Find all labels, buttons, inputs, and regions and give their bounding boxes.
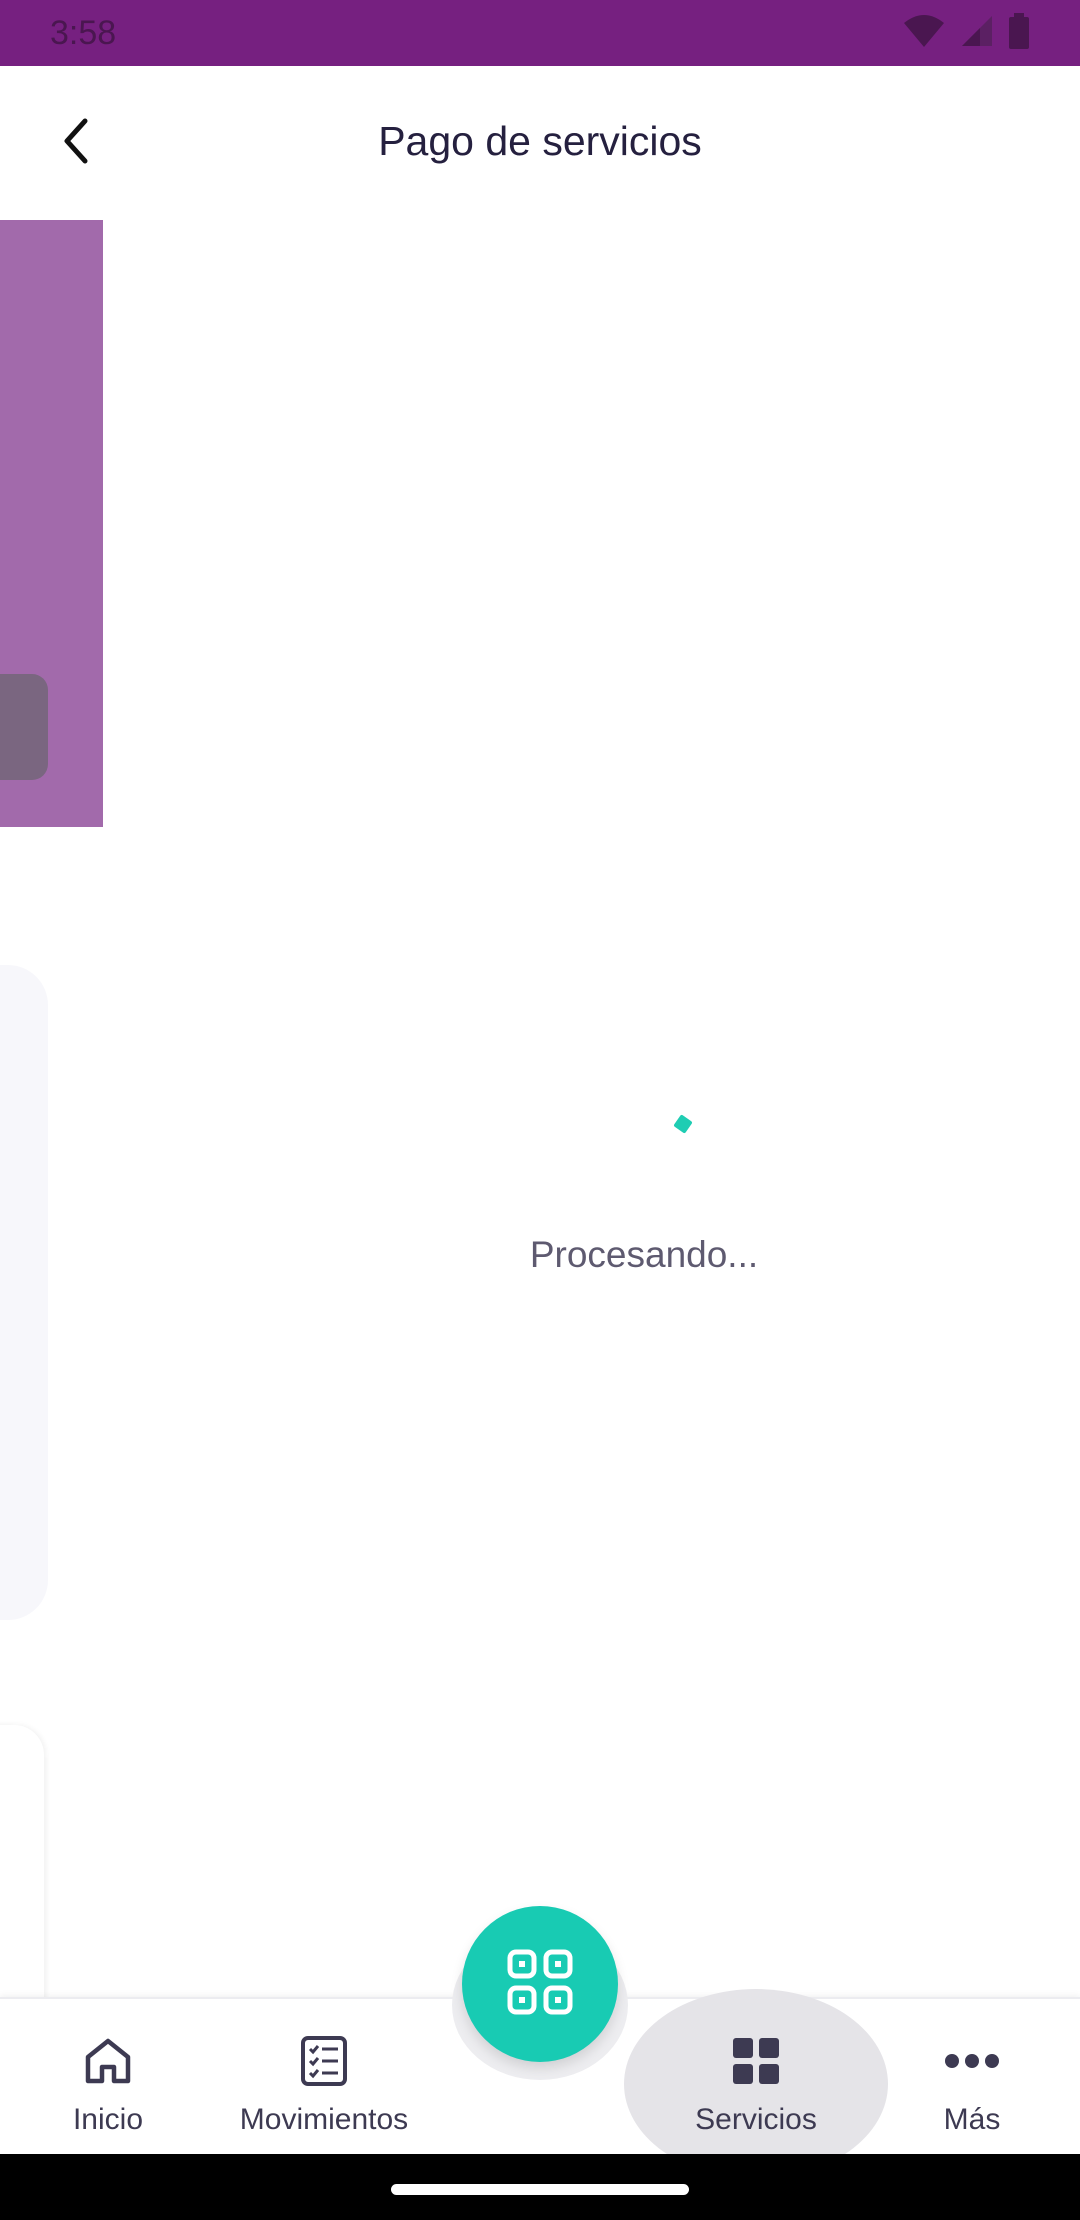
loading-spinner — [673, 1114, 693, 1134]
qr-scan-icon — [507, 1949, 573, 2020]
system-navigation-bar — [0, 2154, 1080, 2220]
signal-icon — [960, 14, 994, 53]
background-panel-2 — [0, 1725, 44, 2005]
nav-label-mas: Más — [943, 2103, 1001, 2136]
screen: 3:58 Pago de servicios Procesando... Ini… — [0, 0, 1080, 2220]
page-title: Pago de servicios — [378, 118, 702, 164]
nav-item-mas[interactable]: Más — [864, 1999, 1080, 2156]
home-icon — [80, 2033, 136, 2089]
status-bar: 3:58 — [0, 0, 1080, 66]
background-button — [0, 674, 48, 780]
background-panel — [0, 965, 48, 1620]
nav-label-movimientos: Movimientos — [239, 2103, 409, 2136]
checklist-icon — [296, 2033, 352, 2089]
loading-text: Procesando... — [529, 1234, 759, 1275]
home-indicator[interactable] — [391, 2184, 689, 2195]
nav-label-inicio: Inicio — [72, 2103, 144, 2136]
battery-icon — [1008, 12, 1030, 54]
status-icons — [902, 12, 1030, 54]
more-horizontal-icon — [944, 2033, 1000, 2089]
app-bar: Pago de servicios — [0, 66, 1080, 220]
status-time: 3:58 — [50, 13, 117, 52]
grid-icon — [728, 2033, 784, 2089]
nav-label-servicios: Servicios — [695, 2103, 817, 2136]
nav-item-servicios[interactable]: Servicios — [648, 1999, 864, 2156]
wifi-icon — [902, 13, 946, 54]
nav-item-movimientos[interactable]: Movimientos — [216, 1999, 432, 2156]
nav-item-inicio[interactable]: Inicio — [0, 1999, 216, 2156]
qr-scan-button[interactable] — [462, 1906, 618, 2062]
